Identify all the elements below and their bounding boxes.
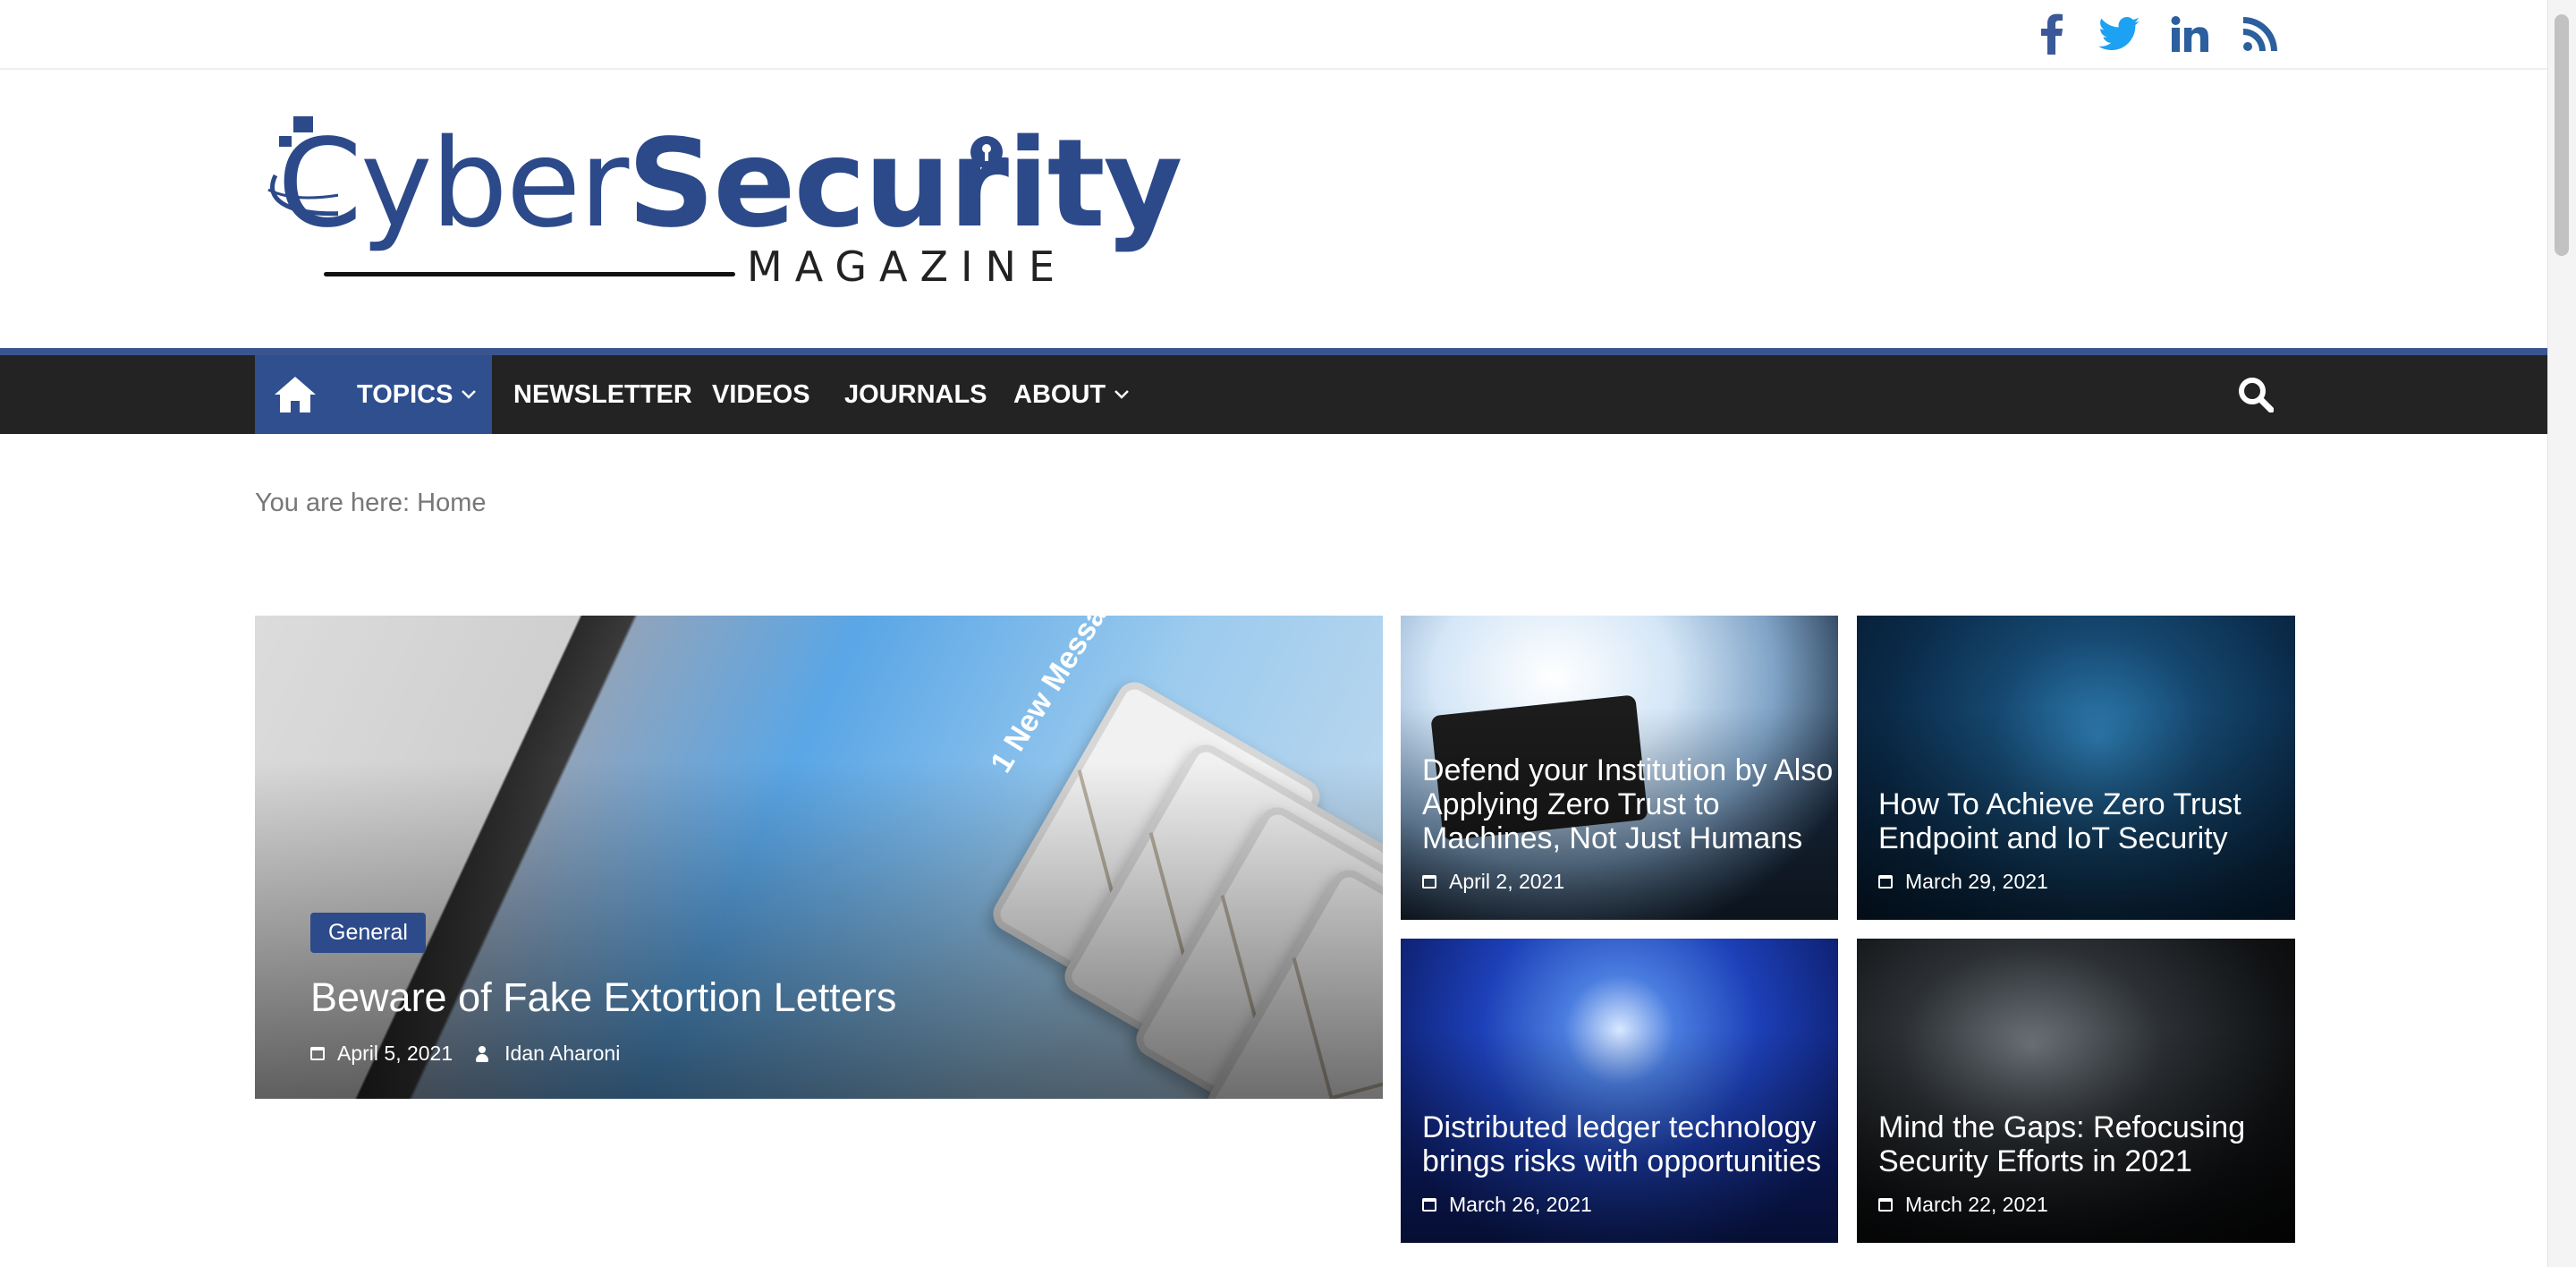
featured-card[interactable]: Defend your Institution by Also Applying… (1401, 616, 1838, 920)
scrollbar-thumb[interactable] (2555, 14, 2569, 256)
featured-card[interactable]: Mind the Gaps: Refocusing Security Effor… (1857, 939, 2295, 1243)
nav-topics-label: TOPICS (357, 379, 453, 409)
chevron-down-icon (1114, 390, 1129, 399)
featured-card-title[interactable]: Distributed ledger technology brings ris… (1422, 1110, 1834, 1178)
nav-topics[interactable]: TOPICS (335, 355, 492, 434)
featured-main-title[interactable]: Beware of Fake Extortion Letters (310, 975, 896, 1020)
post-date[interactable]: April 2, 2021 (1449, 870, 1564, 894)
featured-card[interactable]: Distributed ledger technology brings ris… (1401, 939, 1838, 1243)
logo-cyber-text: Cyber (277, 114, 629, 255)
calendar-icon (1422, 875, 1436, 889)
calendar-icon (1878, 1198, 1893, 1212)
post-date[interactable]: March 26, 2021 (1449, 1193, 1592, 1217)
calendar-icon (310, 1047, 325, 1060)
featured-card-meta: March 22, 2021 (1878, 1193, 2048, 1217)
featured-card-meta: March 29, 2021 (1878, 870, 2048, 894)
post-author[interactable]: Idan Aharoni (504, 1042, 620, 1066)
featured-card-meta: April 2, 2021 (1422, 870, 1564, 894)
logo-security-text: Security (627, 114, 1182, 255)
site-logo[interactable]: CyberSecurity MAGAZINE (259, 113, 1182, 301)
featured-main-meta: April 5, 2021 Idan Aharoni (310, 1042, 620, 1066)
featured-card-title[interactable]: Mind the Gaps: Refocusing Security Effor… (1878, 1110, 2272, 1178)
nav-newsletter[interactable]: NEWSLETTER (513, 355, 692, 434)
search-button[interactable] (2236, 355, 2275, 434)
nav-about-label: ABOUT (1013, 379, 1106, 409)
top-social-bar (0, 0, 2547, 70)
breadcrumb: You are here: Home (255, 489, 487, 517)
post-date[interactable]: March 29, 2021 (1905, 870, 2048, 894)
nav-journals[interactable]: JOURNALS (844, 355, 987, 434)
rss-icon[interactable] (2240, 7, 2281, 61)
nav-about[interactable]: ABOUT (1013, 355, 1129, 434)
logo-text: CyberSecurity (277, 123, 1182, 245)
home-icon (275, 377, 316, 412)
featured-card-title[interactable]: Defend your Institution by Also Applying… (1422, 753, 1838, 855)
post-date[interactable]: April 5, 2021 (337, 1042, 453, 1066)
twitter-icon[interactable] (2097, 7, 2141, 61)
facebook-icon[interactable] (2032, 7, 2072, 61)
linkedin-icon[interactable] (2168, 7, 2211, 61)
main-navigation: TOPICS NEWSLETTER VIDEOS JOURNALS ABOUT (0, 348, 2547, 434)
calendar-icon (1422, 1198, 1436, 1212)
chevron-down-icon (462, 390, 477, 399)
logo-magazine-text: MAGAZINE (747, 242, 1068, 291)
post-date[interactable]: March 22, 2021 (1905, 1193, 2048, 1217)
nav-videos[interactable]: VIDEOS (712, 355, 810, 434)
search-icon (2239, 378, 2274, 412)
nav-home[interactable] (255, 355, 335, 434)
featured-card[interactable]: How To Achieve Zero Trust Endpoint and I… (1857, 616, 2295, 920)
featured-card-title[interactable]: How To Achieve Zero Trust Endpoint and I… (1878, 787, 2272, 855)
logo-underline (324, 272, 735, 276)
user-icon (476, 1045, 489, 1062)
featured-card-meta: March 26, 2021 (1422, 1193, 1592, 1217)
keyhole-icon (970, 136, 1003, 168)
calendar-icon (1878, 875, 1893, 889)
category-badge[interactable]: General (310, 913, 426, 953)
featured-main-card[interactable]: General Beware of Fake Extortion Letters… (255, 616, 1383, 1099)
